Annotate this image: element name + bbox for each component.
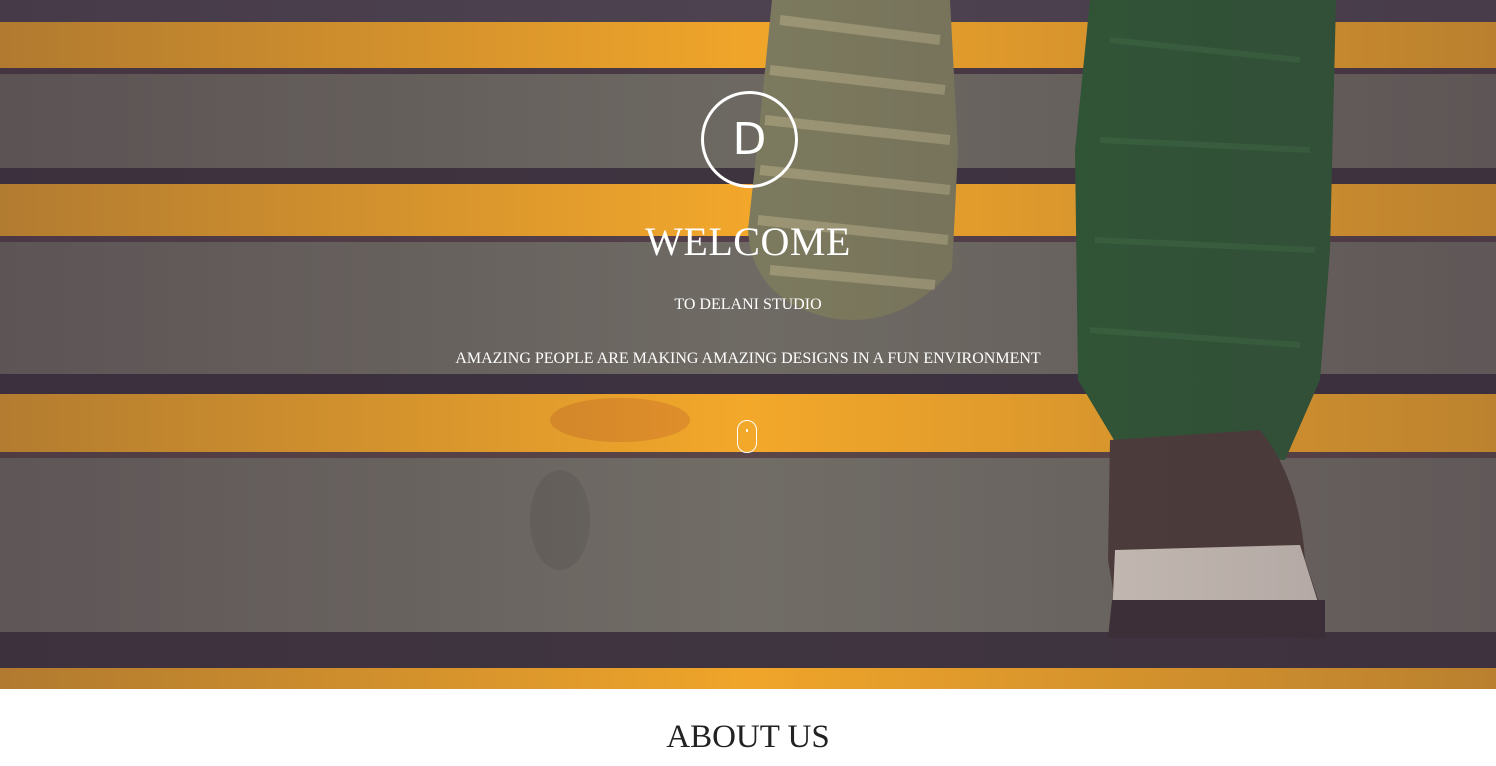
logo-letter: D bbox=[732, 113, 767, 165]
hero-tagline: AMAZING PEOPLE ARE MAKING AMAZING DESIGN… bbox=[455, 350, 1041, 367]
hero-content: D WELCOME TO DELANI STUDIO AMAZING PEOPL… bbox=[0, 0, 1496, 689]
hero-title: WELCOME bbox=[645, 219, 851, 264]
hero-section: D WELCOME TO DELANI STUDIO AMAZING PEOPL… bbox=[0, 0, 1496, 689]
hero-subtitle: TO DELANI STUDIO bbox=[674, 296, 822, 313]
about-section: ABOUT US bbox=[0, 689, 1496, 766]
mouse-scroll-icon[interactable] bbox=[737, 420, 757, 453]
about-heading: ABOUT US bbox=[666, 719, 830, 755]
studio-logo[interactable]: D bbox=[701, 91, 798, 188]
mouse-wheel bbox=[746, 429, 748, 432]
